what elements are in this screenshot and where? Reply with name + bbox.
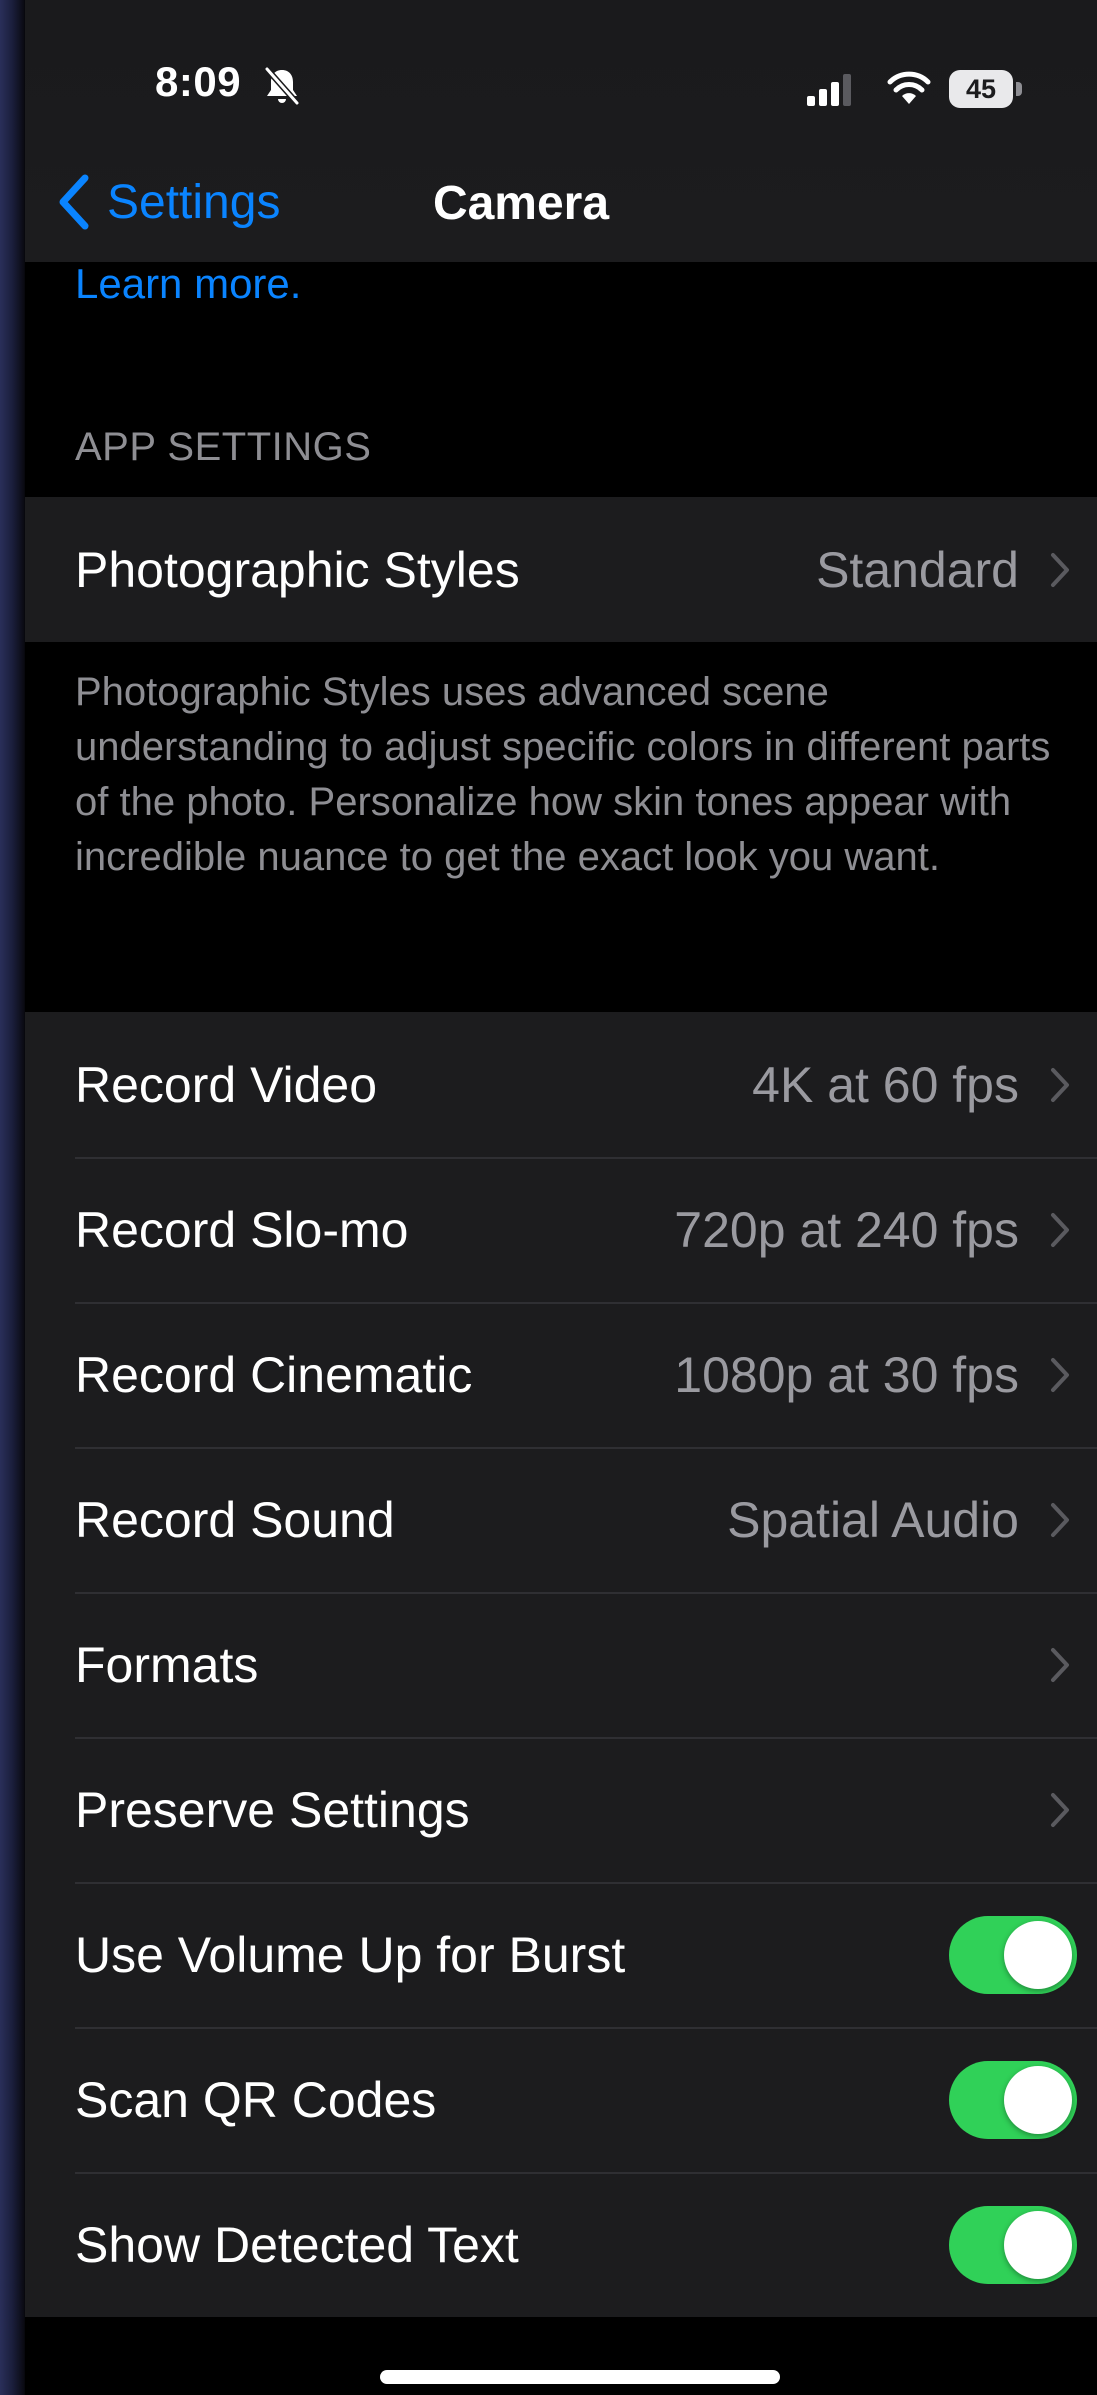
chevron-right-icon [1051,1792,1069,1827]
record-slo-mo-row[interactable]: Record Slo-mo 720p at 240 fps [25,1157,1097,1302]
photographic-styles-group: Photographic Styles Standard [25,497,1097,642]
row-label: Record Cinematic [75,1346,473,1403]
record-cinematic-row[interactable]: Record Cinematic 1080p at 30 fps [25,1302,1097,1447]
toggle-knob [1004,2065,1072,2134]
battery-level: 45 [965,73,997,104]
row-value: Standard [816,541,1019,598]
row-label: Show Detected Text [75,2216,519,2273]
toggle-knob [1004,2210,1072,2279]
navigation-bar: 8:09 45 Settings Camera [25,0,1097,262]
row-label: Formats [75,1636,259,1693]
chevron-right-icon [1051,1357,1069,1392]
chevron-right-icon [1051,1647,1069,1682]
row-label: Photographic Styles [75,541,520,598]
row-label: Use Volume Up for Burst [75,1926,626,1983]
row-value: 1080p at 30 fps [674,1346,1019,1403]
phone-screen-frame: Learn more. APP SETTINGS Photographic St… [0,0,1097,2395]
status-time: 8:09 [155,58,242,105]
chevron-right-icon [1051,1067,1069,1102]
home-indicator[interactable] [380,2370,780,2384]
record-video-row[interactable]: Record Video 4K at 60 fps [25,1012,1097,1157]
row-label: Record Sound [75,1491,395,1548]
wifi-icon [887,71,931,104]
cellular-signal-icon [807,74,851,106]
chevron-right-icon [1051,1502,1069,1537]
row-label: Scan QR Codes [75,2071,437,2128]
section-header-app-settings: APP SETTINGS [75,425,372,469]
scan-qr-codes-toggle[interactable] [949,2060,1077,2139]
show-detected-text-toggle[interactable] [949,2205,1077,2284]
battery-body: 45 [949,70,1013,108]
row-value: 4K at 60 fps [752,1056,1019,1113]
learn-more-link[interactable]: Learn more. [75,260,301,308]
preserve-settings-row[interactable]: Preserve Settings [25,1737,1097,1882]
battery-nub [1016,82,1022,96]
show-detected-text-row: Show Detected Text [25,2172,1097,2317]
photographic-styles-row[interactable]: Photographic Styles Standard [25,497,1097,642]
row-label: Preserve Settings [75,1781,470,1838]
photographic-styles-description: Photographic Styles uses advanced scene … [75,670,1051,879]
record-sound-row[interactable]: Record Sound Spatial Audio [25,1447,1097,1592]
row-value: 720p at 240 fps [674,1201,1019,1258]
volume-up-burst-row: Use Volume Up for Burst [25,1882,1097,2027]
chevron-right-icon [1051,1212,1069,1247]
toggle-knob [1004,1920,1072,1989]
bell-slash-icon [264,66,300,106]
page-title: Camera [432,177,610,230]
formats-row[interactable]: Formats [25,1592,1097,1737]
chevron-right-icon [1051,552,1069,587]
camera-settings-screen: Learn more. APP SETTINGS Photographic St… [25,0,1097,2395]
video-settings-group: Record Video 4K at 60 fps Record Slo-mo … [25,1012,1097,2317]
volume-up-burst-toggle[interactable] [949,1915,1077,1994]
row-label: Record Slo-mo [75,1201,409,1258]
battery-icon: 45 [949,70,1023,108]
row-value: Spatial Audio [727,1491,1019,1548]
scan-qr-codes-row: Scan QR Codes [25,2027,1097,2172]
row-label: Record Video [75,1056,378,1113]
